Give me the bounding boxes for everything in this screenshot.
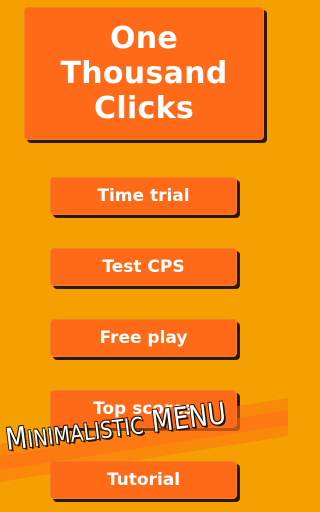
- tutorial-button[interactable]: Tutorial: [50, 461, 237, 499]
- promo-banner-label: MINIMALISTIC MENU: [3, 396, 229, 458]
- title-line-2: Thousand: [60, 56, 228, 91]
- time-trial-button[interactable]: Time trial: [50, 177, 237, 215]
- test-cps-button[interactable]: Test CPS: [50, 248, 237, 286]
- free-play-button[interactable]: Free play: [50, 319, 237, 357]
- title-line-1: One: [109, 21, 179, 56]
- title-line-3: Clicks: [94, 91, 194, 126]
- game-title-card: One Thousand Clicks: [24, 7, 264, 140]
